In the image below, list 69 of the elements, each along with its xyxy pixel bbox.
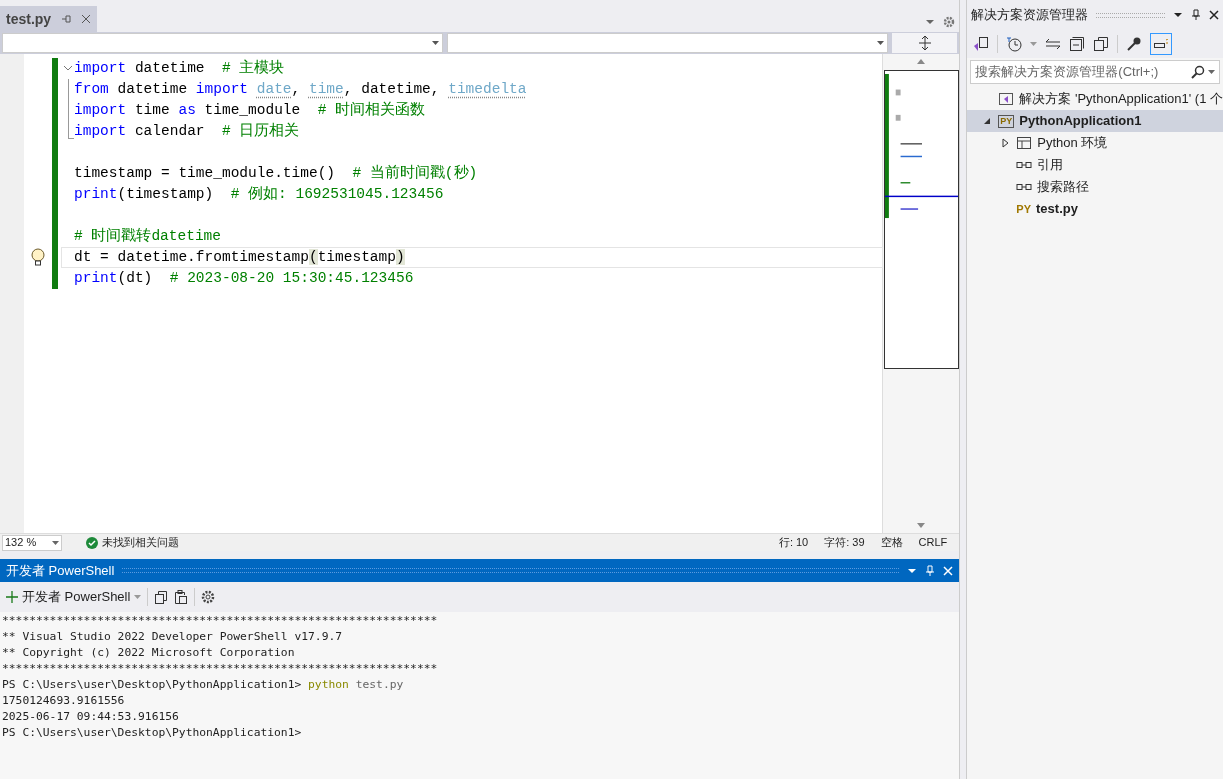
- environment-icon: [1016, 135, 1033, 151]
- settings-icon[interactable]: [943, 16, 956, 28]
- terminal-line: 1750124693.9161556: [1, 693, 125, 709]
- tree-item[interactable]: 引用: [967, 154, 1223, 176]
- code-line: print(dt) # 2023-08-20 15:30:45.123456: [74, 269, 414, 288]
- plus-icon: [6, 591, 18, 603]
- expand-icon[interactable]: [1000, 138, 1011, 148]
- scroll-up-icon[interactable]: [916, 57, 927, 67]
- close-icon[interactable]: [1209, 10, 1219, 20]
- code-line: import calendar # 日历相关: [74, 121, 300, 141]
- copy-icon[interactable]: [1093, 36, 1110, 52]
- terminal-line: ****************************************************************: [1, 661, 438, 677]
- collapse-icon[interactable]: [982, 116, 993, 126]
- caret-icon: [52, 540, 59, 545]
- terminal-line: 2025-06-17 09:44:53.916156: [1, 709, 179, 725]
- new-terminal-button[interactable]: 开发者 PowerShell: [6, 587, 142, 607]
- tree-item[interactable]: 解决方案 'PythonApplication1' (1 个: [967, 88, 1223, 110]
- caret-icon: [877, 41, 884, 45]
- preview-toggle[interactable]: [1150, 33, 1173, 55]
- scroll-down-icon[interactable]: [916, 520, 927, 530]
- preview-icon: [1153, 39, 1170, 49]
- indent-status[interactable]: 空格: [880, 534, 903, 551]
- zoom-dropdown[interactable]: 132 %: [2, 534, 62, 551]
- vs-document-icon[interactable]: [973, 36, 990, 52]
- tree-item[interactable]: 搜索路径: [967, 176, 1223, 198]
- caret-icon: [134, 595, 142, 599]
- line-ending-status[interactable]: CRLF: [918, 534, 948, 551]
- search-icon: [1191, 65, 1205, 79]
- copy-icon[interactable]: [154, 590, 169, 604]
- code-line: timestamp = time_module.time() # 当前时间戳(秒): [74, 163, 478, 183]
- pin-icon[interactable]: [1191, 9, 1201, 21]
- code-line: # 时间戳转datetime: [74, 226, 221, 246]
- settings-icon[interactable]: [201, 590, 216, 604]
- wrench-icon[interactable]: [1126, 36, 1143, 52]
- code-line: print(timestamp) # 例如: 1692531045.123456: [74, 185, 444, 204]
- reference-icon: [1016, 182, 1033, 192]
- tree-item[interactable]: Python 环境: [967, 132, 1223, 154]
- line-number-status[interactable]: 行: 10: [778, 534, 809, 551]
- split-icon[interactable]: [918, 36, 931, 50]
- python-file-icon: PY: [1016, 200, 1031, 218]
- terminal-line: ****************************************************************: [1, 613, 438, 629]
- sync-icon[interactable]: [1045, 38, 1062, 50]
- search-field[interactable]: 搜索解决方案资源管理器(Ctrl+;): [970, 60, 1220, 84]
- code-line: import datetime # 主模块: [74, 58, 285, 78]
- code-line: import time as time_module # 时间相关函数: [74, 100, 426, 120]
- code-line: dt = datetime.fromtimestamp(timestamp): [74, 248, 405, 267]
- panel-title: 解决方案资源管理器: [971, 6, 1089, 25]
- issues-status[interactable]: 未找到相关问题: [102, 534, 179, 551]
- lightbulb-icon[interactable]: [30, 248, 46, 267]
- terminal-line: PS C:\Users\user\Desktop\PythonApplication1>: [1, 725, 302, 741]
- paste-icon[interactable]: [174, 589, 189, 605]
- terminal-line: ** Copyright (c) 2022 Microsoft Corporation: [1, 645, 295, 661]
- collapse-all-icon[interactable]: [1069, 36, 1086, 52]
- code-line: from datetime import date, time, datetime, timedelta: [74, 80, 527, 99]
- terminal-line: PS C:\Users\user\Desktop\PythonApplication1> python test.py: [1, 677, 404, 693]
- minimap-drawing[interactable]: [883, 70, 959, 369]
- tree-item[interactable]: PY PythonApplication1: [967, 110, 1223, 132]
- python-project-icon: PY: [998, 114, 1015, 128]
- character-status[interactable]: 字符: 39: [824, 534, 865, 551]
- dropdown-icon[interactable]: [1173, 12, 1183, 18]
- check-icon: [86, 536, 98, 549]
- terminal-line: ** Visual Studio 2022 Developer PowerShell v17.9.7: [1, 629, 343, 645]
- caret-icon: [1208, 70, 1215, 74]
- reference-icon: [1016, 160, 1033, 170]
- history-icon[interactable]: [1006, 36, 1023, 52]
- solution-icon: [998, 91, 1015, 107]
- tree-item[interactable]: PY test.py: [967, 198, 1223, 220]
- panel-title: 开发者 PowerShell: [6, 561, 115, 580]
- caret-icon: [432, 41, 439, 45]
